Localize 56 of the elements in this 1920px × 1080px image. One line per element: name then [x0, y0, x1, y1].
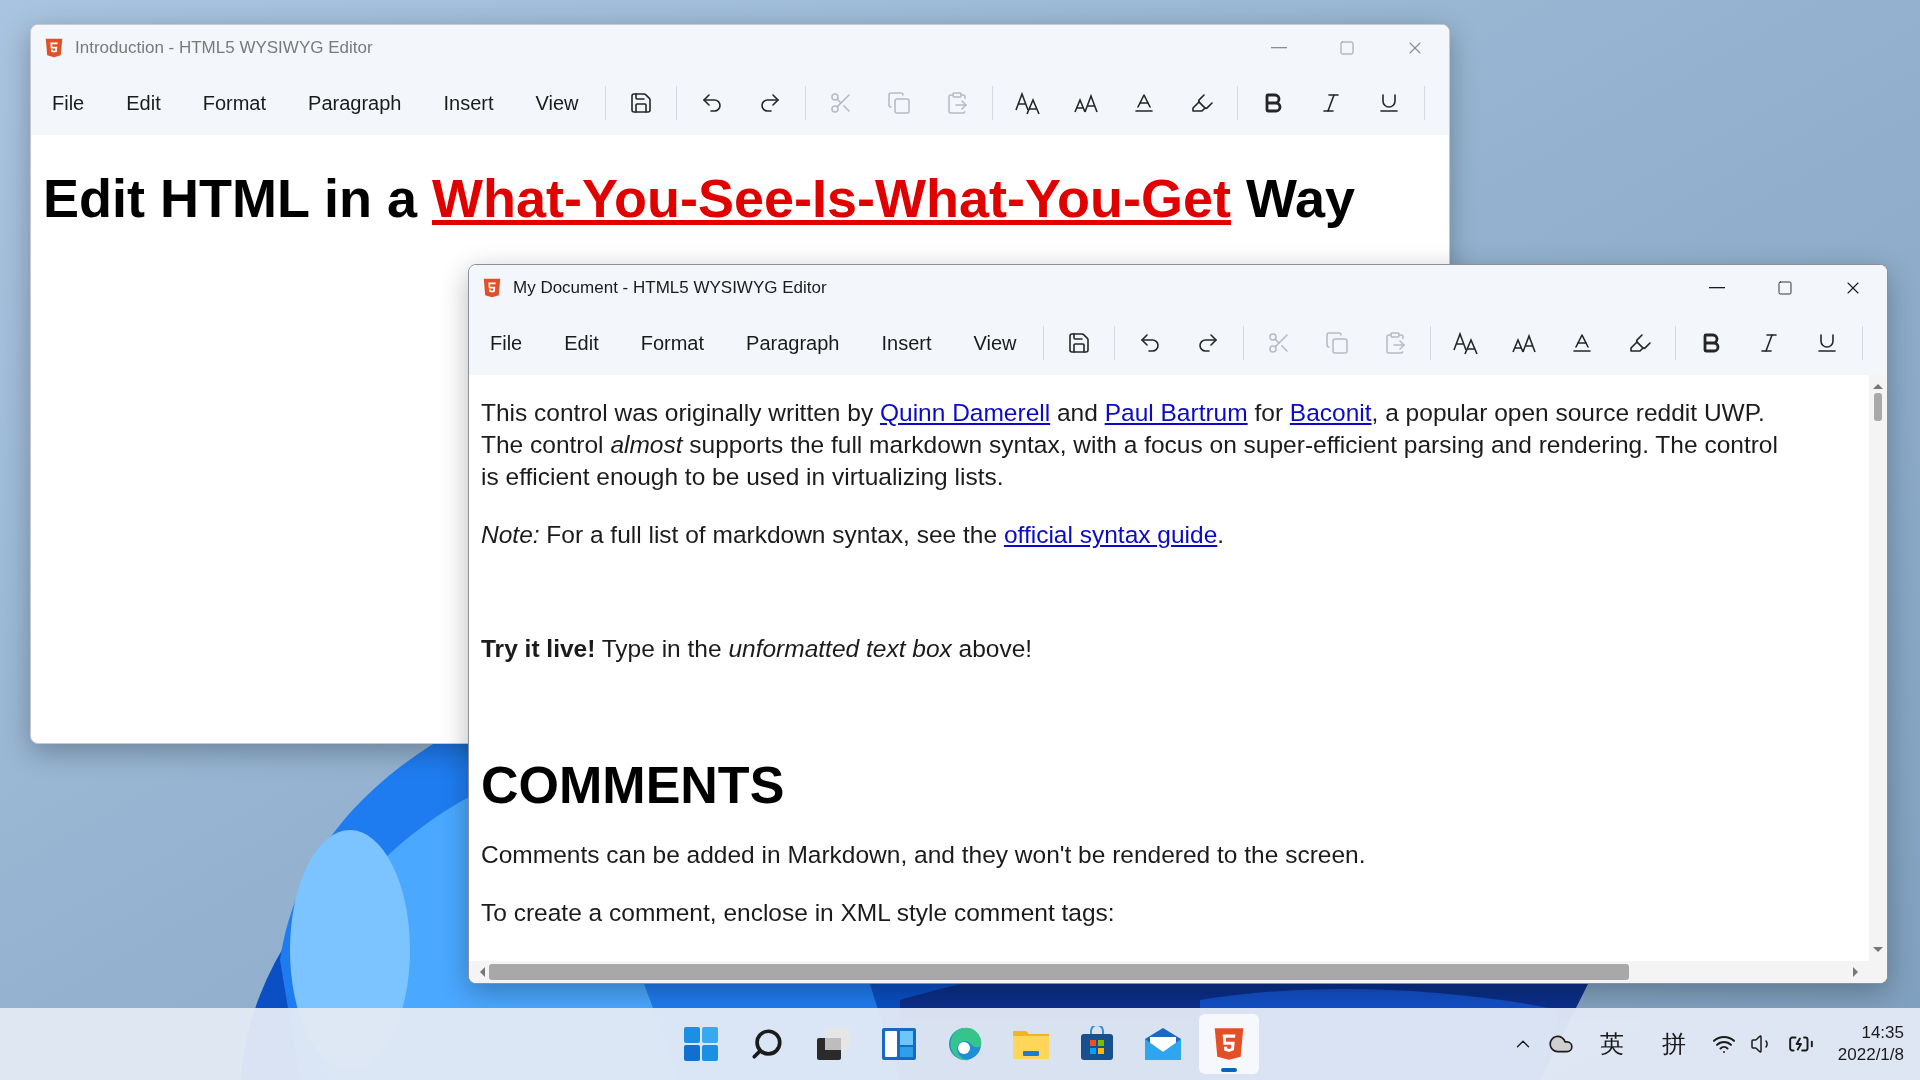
- paragraph: This control was originally written by Quinn Damerell and Paul Bartrum for Baconit, a popular open source reddit UWP. The control almost supports the full markdown syntax, with a focus on super-efficient parsing and rendering. The control is efficient enough to be used in virtualizing lists.: [481, 398, 1779, 492]
- menu-item[interactable]: Format: [181, 83, 288, 123]
- menu-item[interactable]: View: [952, 323, 1038, 363]
- editor-taskbar-button[interactable]: [1199, 1014, 1259, 1074]
- paragraph: To create a comment, enclose in XML style comment tags:: [481, 898, 1116, 928]
- menu-item[interactable]: Edit: [105, 83, 182, 123]
- input-mode-indicator[interactable]: 拼: [1649, 1028, 1698, 1060]
- minimize-icon: [1709, 287, 1725, 289]
- menu-item[interactable]: View: [514, 83, 600, 123]
- link[interactable]: official syntax guide: [1003, 521, 1218, 548]
- highlighter-icon: [1628, 331, 1653, 355]
- section-heading: COMMENTS: [481, 755, 786, 815]
- paragraph: Note: For a full list of markdown syntax, see the official syntax guide.: [481, 520, 1226, 550]
- copy-icon: [1325, 331, 1350, 355]
- highlighter-icon: [1190, 91, 1215, 115]
- copy-icon: [887, 91, 912, 115]
- minimize-icon: [1271, 47, 1287, 49]
- window-title: My Document - HTML5 WYSIWYG Editor: [513, 278, 828, 298]
- html5-icon: [43, 37, 65, 59]
- vertical-scrollbar[interactable]: [1869, 375, 1887, 961]
- save-icon: [1067, 331, 1092, 355]
- store-icon: [1079, 1026, 1115, 1062]
- html5-icon: [481, 277, 503, 299]
- menu-item[interactable]: Insert: [860, 323, 953, 363]
- menu-item[interactable]: Paragraph: [287, 83, 423, 123]
- link[interactable]: Paul Bartrum: [1104, 399, 1248, 426]
- menu-item[interactable]: Edit: [543, 323, 620, 363]
- link[interactable]: Baconit: [1289, 399, 1372, 426]
- input-language-indicator[interactable]: 英: [1587, 1028, 1636, 1060]
- menu-item[interactable]: File: [31, 83, 106, 123]
- start-icon: [683, 1026, 719, 1062]
- task-view-icon: [815, 1026, 851, 1062]
- menu-item[interactable]: Paragraph: [725, 323, 861, 363]
- clock-time[interactable]: 14:35: [1861, 1022, 1904, 1044]
- maximize-icon: [1777, 280, 1793, 296]
- maximize-icon: [1339, 40, 1355, 56]
- paste-icon: [945, 91, 970, 115]
- menu-item[interactable]: File: [469, 323, 544, 363]
- paste-icon: [1383, 331, 1408, 355]
- document-title: Edit HTML in a What-You-See-Is-What-You-Get Way: [43, 167, 1356, 229]
- widgets-icon: [881, 1026, 917, 1062]
- font-grow-icon: [1452, 330, 1481, 356]
- browser-icon: [947, 1026, 983, 1062]
- menu-item[interactable]: Format: [619, 323, 726, 363]
- font-grow-icon: [1014, 90, 1043, 116]
- menu-item[interactable]: Insert: [422, 83, 515, 123]
- save-icon: [629, 91, 654, 115]
- horizontal-scrollbar[interactable]: [469, 961, 1887, 983]
- paragraph: Comments can be added in Markdown, and they won't be rendered to the screen.: [481, 840, 1367, 870]
- search-icon: [750, 1027, 784, 1061]
- clock-date[interactable]: 2022/1/8: [1837, 1044, 1904, 1066]
- mail-icon: [1144, 1027, 1182, 1061]
- window-title: Introduction - HTML5 WYSIWYG Editor: [75, 38, 374, 58]
- link[interactable]: What-You-See-Is-What-You-Get: [432, 168, 1231, 228]
- link[interactable]: Quinn Damerell: [879, 399, 1051, 426]
- paragraph: Try it live! Type in the unformatted text box above!: [481, 634, 1034, 664]
